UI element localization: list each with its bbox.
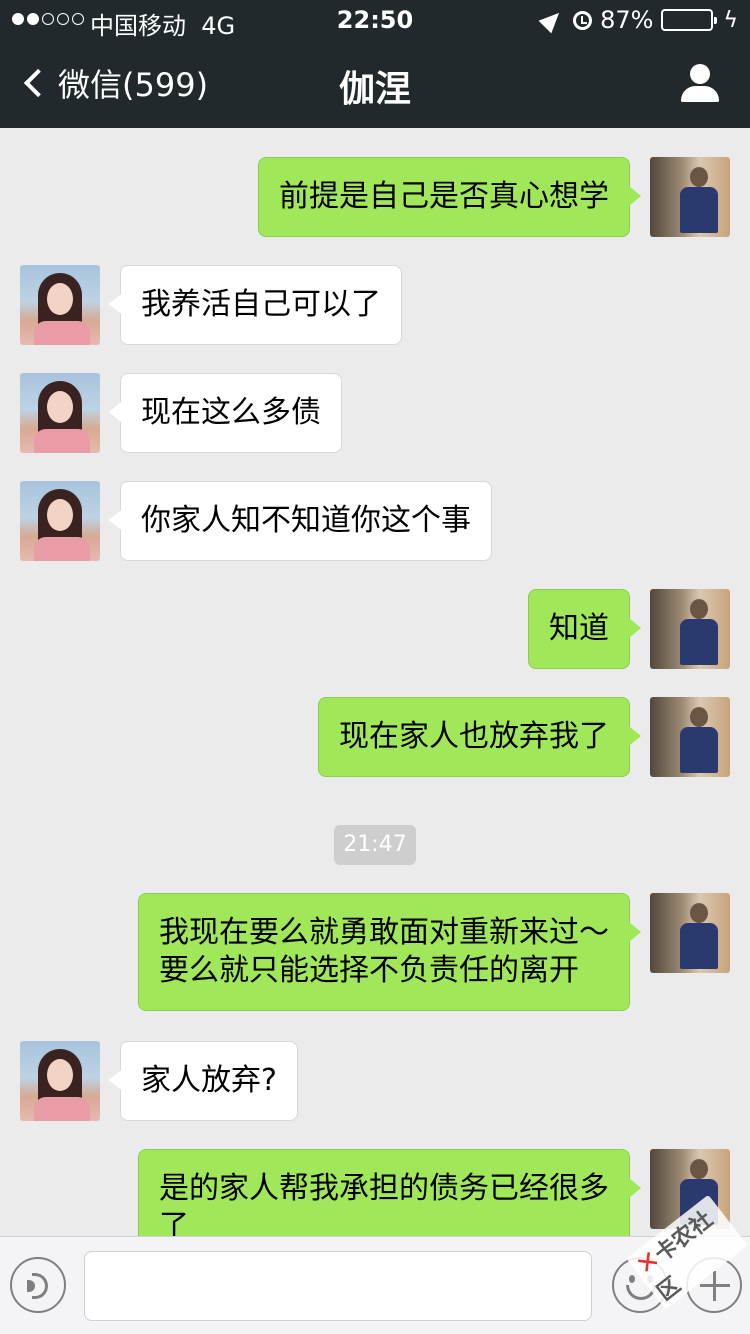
voice-input-button[interactable] — [10, 1257, 66, 1313]
my-avatar[interactable] — [650, 157, 730, 237]
message-bubble-outgoing[interactable]: 现在家人也放弃我了 — [318, 697, 641, 777]
top-bar: 中国移动 4G 22:50 87% ϟ 微信(599) 伽涅 — [0, 0, 750, 128]
contact-avatar[interactable] — [20, 265, 100, 345]
my-avatar[interactable] — [650, 697, 730, 777]
message-text: 家人放弃? — [141, 1063, 277, 1098]
contact-avatar[interactable] — [20, 1041, 100, 1121]
message-text: 现在家人也放弃我了 — [339, 719, 609, 754]
message-text-input[interactable] — [84, 1251, 592, 1321]
battery-percent: 87% — [600, 6, 654, 34]
my-avatar[interactable] — [650, 893, 730, 973]
message-text-line: 是的家人帮我承担的债务已经很多 — [159, 1171, 609, 1206]
message-text-line: 要么就只能选择不负责任的离开 — [159, 953, 579, 988]
contact-avatar[interactable] — [20, 481, 100, 561]
message-bubble-incoming[interactable]: 你家人知不知道你这个事 — [109, 481, 492, 561]
contact-profile-icon[interactable] — [680, 64, 720, 104]
my-avatar[interactable] — [650, 589, 730, 669]
status-bar: 中国移动 4G 22:50 87% ϟ — [0, 0, 750, 40]
message-bubble-incoming[interactable]: 现在这么多债 — [109, 373, 342, 453]
message-text-line: 了 — [159, 1209, 189, 1236]
message-text-line: 我现在要么就勇敢面对重新来过～ — [159, 915, 609, 950]
chat-message-list[interactable]: 前提是自己是否真心想学 我养活自己可以了 现在这么多债 你家人知不知道你这个事 … — [0, 128, 750, 1236]
message-text: 前提是自己是否真心想学 — [279, 179, 609, 214]
message-text: 我养活自己可以了 — [141, 287, 381, 322]
alarm-clock-icon — [573, 10, 593, 30]
charging-bolt-icon: ϟ — [723, 7, 738, 33]
message-bubble-incoming[interactable]: 我养活自己可以了 — [109, 265, 402, 345]
message-bubble-outgoing[interactable]: 前提是自己是否真心想学 — [258, 157, 641, 237]
message-text: 现在这么多债 — [141, 395, 321, 430]
contact-avatar[interactable] — [20, 373, 100, 453]
message-bubble-incoming[interactable]: 家人放弃? — [109, 1041, 298, 1121]
message-timestamp: 21:47 — [334, 825, 416, 865]
message-text: 你家人知不知道你这个事 — [141, 503, 471, 538]
navigation-bar: 微信(599) 伽涅 — [0, 40, 750, 128]
chat-title: 伽涅 — [338, 69, 411, 110]
location-arrow-icon — [538, 6, 566, 34]
message-bubble-outgoing[interactable]: 是的家人帮我承担的债务已经很多 了 — [138, 1149, 641, 1236]
message-bubble-outgoing[interactable]: 我现在要么就勇敢面对重新来过～ 要么就只能选择不负责任的离开 — [138, 893, 641, 1011]
message-text: 知道 — [549, 611, 609, 646]
battery-icon — [661, 9, 718, 31]
message-bubble-outgoing[interactable]: 知道 — [528, 589, 641, 669]
